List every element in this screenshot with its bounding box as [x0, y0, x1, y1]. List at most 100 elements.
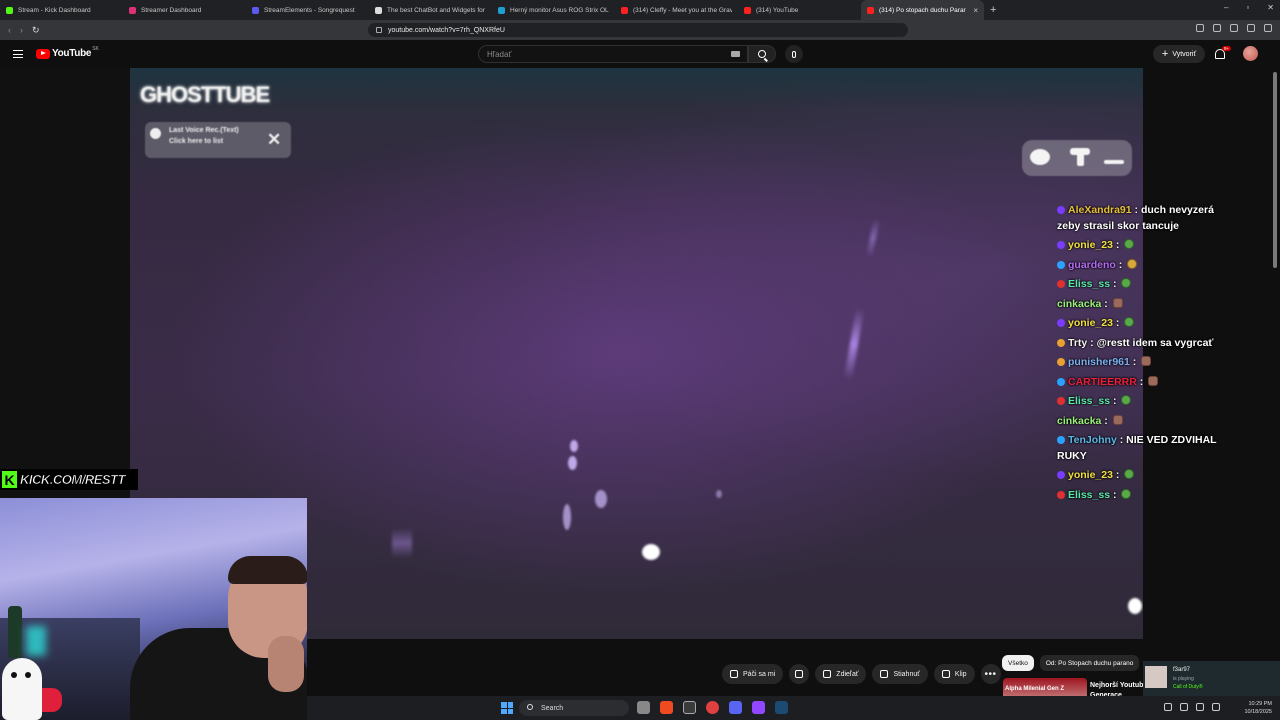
address-bar: ‹ › ↻ youtube.com/watch?v=7rh_QNXRfeU	[0, 20, 1280, 53]
browser-tab[interactable]: (314) YouTube	[738, 0, 861, 20]
extensions-icon[interactable]	[1196, 24, 1204, 32]
minimize-button[interactable]: –	[1224, 3, 1228, 12]
account-avatar[interactable]	[1243, 46, 1258, 61]
reload-icon[interactable]: ↻	[32, 25, 40, 36]
stream-chat-overlay: AleXandra91 : duch nevyzerá zeby strasil…	[1057, 203, 1237, 507]
browser-tab[interactable]: (314) Cleffy - Meet you at the Gravey	[615, 0, 738, 20]
taskbar-clock[interactable]: 10:29 PM 10/18/2025	[1244, 700, 1272, 716]
forward-icon[interactable]: ›	[20, 25, 23, 36]
twitch-icon[interactable]	[752, 701, 765, 714]
site-info-icon[interactable]	[376, 27, 382, 33]
close-window-button[interactable]: ✕	[1267, 3, 1274, 12]
chat-emote-icon	[1124, 469, 1135, 479]
search-input[interactable]: Hľadať	[478, 45, 748, 63]
user-badge-icon	[1057, 241, 1065, 249]
windows-start-icon[interactable]	[501, 702, 513, 714]
search-icon	[758, 50, 766, 58]
keyboard-icon[interactable]	[731, 51, 740, 57]
volume-icon[interactable]	[1212, 703, 1220, 711]
more-actions-button[interactable]: •••	[980, 664, 1001, 684]
network-icon[interactable]	[1196, 703, 1204, 711]
chrome-icon[interactable]	[706, 701, 719, 714]
taskbar-apps	[637, 701, 788, 714]
maximize-button[interactable]: ▫	[1246, 3, 1249, 12]
chat-message: yonie_23 :	[1057, 468, 1237, 484]
wallet-icon[interactable]	[1230, 24, 1238, 32]
chat-message: Eliss_ss :	[1057, 394, 1237, 410]
webcam-feed	[0, 498, 307, 720]
browser-tab[interactable]: StreamElements - Songrequest	[246, 0, 369, 20]
notification-user: f3ar97	[1173, 667, 1191, 673]
youtube-header: YouTube SK Hľadať + Vytvoriť 9+	[0, 40, 1280, 68]
browser-tab[interactable]: (314) Po stopach duchu Parar ×	[861, 0, 984, 20]
taskbar-search[interactable]: Search	[519, 700, 629, 716]
share-button[interactable]: Zdieľať	[815, 664, 867, 684]
like-button[interactable]: Páči sa mi	[722, 664, 784, 684]
ghost-light	[563, 504, 571, 530]
plus-icon: +	[1161, 47, 1169, 60]
menu-hamburger-icon[interactable]	[13, 50, 23, 58]
sidebar-icon[interactable]	[1213, 24, 1221, 32]
chip-from-channel[interactable]: Od: Po Stopach duchu parano	[1039, 655, 1140, 671]
steam-icon[interactable]	[775, 701, 788, 714]
search-button[interactable]	[748, 45, 776, 63]
discord-icon[interactable]	[729, 701, 742, 714]
dislike-button[interactable]	[789, 664, 810, 684]
download-button[interactable]: Stiahnuť	[872, 664, 928, 684]
system-tray	[1164, 703, 1220, 711]
tray-chevron-icon[interactable]	[1164, 703, 1172, 711]
browser-tab[interactable]: Herný monitor Asus ROG Strix OLED	[492, 0, 615, 20]
chat-username: punisher961	[1068, 356, 1130, 368]
kick-logo: K	[2, 471, 17, 488]
page-scrollbar[interactable]	[1273, 72, 1277, 268]
youtube-logo[interactable]: YouTube SK	[36, 46, 99, 59]
url-field[interactable]: youtube.com/watch?v=7rh_QNXRfeU	[368, 23, 908, 37]
taskbar-search-icon	[527, 704, 533, 710]
user-badge-icon	[1057, 377, 1065, 386]
pill-line-2: Click here to list	[169, 138, 224, 145]
tray-mic-icon[interactable]	[1180, 703, 1188, 711]
browser-tab[interactable]: Stream - Kick Dashboard	[0, 0, 123, 20]
chat-username: yonie_23	[1068, 239, 1113, 251]
create-button[interactable]: + Vytvoriť	[1153, 45, 1205, 63]
menu-icon[interactable]	[1264, 24, 1272, 32]
tab-title: Herný monitor Asus ROG Strix OLED	[510, 6, 609, 14]
chat-message: Trty : @restt idem sa vygrcať	[1057, 336, 1237, 352]
brave-browser-icon[interactable]	[660, 701, 673, 714]
chat-separator: :	[1115, 258, 1126, 271]
live-notification: f3ar97 is playing Call of Duty®	[1143, 661, 1280, 699]
chat-emote-icon	[1121, 488, 1132, 499]
user-badge-icon	[1057, 358, 1065, 366]
tab-title: StreamElements - Songrequest	[264, 6, 355, 14]
browser-tab[interactable]: The best ChatBot and Widgets for K	[369, 0, 492, 20]
chat-emote-icon	[1121, 278, 1132, 288]
chat-username: AleXandra91	[1068, 204, 1132, 216]
chat-username: Eliss_ss	[1068, 395, 1111, 407]
chip-all[interactable]: Všetko	[1002, 655, 1034, 671]
kick-banner: K KICK.COM/RESTT	[0, 469, 138, 490]
tab-favicon-icon	[498, 6, 505, 14]
tab-favicon-icon	[375, 6, 382, 14]
user-badge-icon	[1057, 260, 1065, 269]
chat-username: guardeno	[1068, 258, 1116, 271]
new-tab-button[interactable]: +	[990, 4, 996, 16]
video-actions: Páči sa mi Zdieľať Stiahnuť Klip •••	[722, 664, 1001, 684]
clip-button[interactable]: Klip	[933, 664, 975, 684]
vpn-icon[interactable]	[1247, 24, 1255, 32]
pill-line-1: Last Voice Rec.(Text)	[169, 127, 239, 134]
chat-username: TenJohny	[1068, 434, 1117, 446]
back-icon[interactable]: ‹	[8, 25, 11, 36]
streamer-hand	[268, 636, 304, 692]
user-badge-icon	[1057, 471, 1065, 479]
more-dots-icon: •••	[984, 668, 997, 680]
related-filter-chips: Všetko Od: Po Stopach duchu parano	[1002, 655, 1140, 671]
voice-search-button[interactable]	[785, 45, 803, 63]
tab-close-icon[interactable]: ×	[973, 6, 978, 15]
nav-buttons: ‹ › ↻	[8, 25, 40, 36]
chat-username: Eliss_ss	[1068, 488, 1111, 501]
browser-tab[interactable]: Streamer Dashboard	[123, 0, 246, 20]
xbox-icon[interactable]	[683, 701, 696, 714]
browser-tab-bar: Stream - Kick Dashboard Streamer Dashboar…	[0, 0, 1280, 20]
task-view-icon[interactable]	[637, 701, 650, 714]
windows-taskbar: Search 10:29 PM 10/18/2025	[307, 696, 1280, 720]
